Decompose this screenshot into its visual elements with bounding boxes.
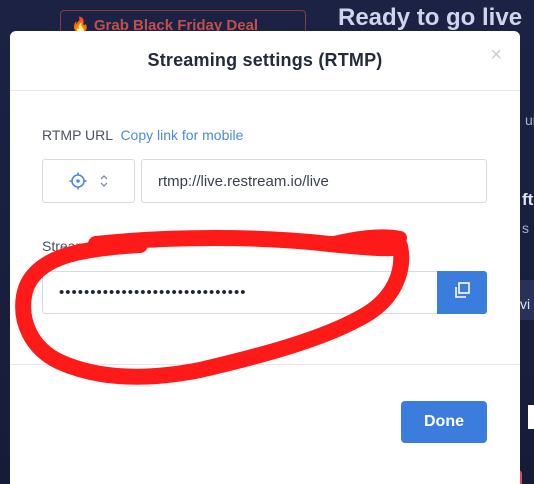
server-selector[interactable] <box>42 159 135 203</box>
background-text-fragment: vi <box>520 296 531 312</box>
rtmp-url-label: RTMP URL <box>42 127 113 143</box>
background-text-fragment: s <box>522 220 529 236</box>
background-text-fragment: ui <box>525 112 534 128</box>
stream-key-input[interactable] <box>42 271 437 314</box>
crosshair-icon <box>69 172 87 190</box>
close-icon[interactable]: × <box>490 45 502 65</box>
rtmp-url-input[interactable] <box>141 159 487 203</box>
stream-key-label: Stream key <box>42 238 113 254</box>
background-text-fragment: ft <box>522 190 534 209</box>
rtmp-url-label-row: RTMP URL Copy link for mobile <box>42 127 243 143</box>
chevron-up-down-icon <box>99 173 109 189</box>
copy-stream-key-button[interactable] <box>437 271 487 314</box>
streaming-settings-modal: Streaming settings (RTMP) × RTMP URL Cop… <box>10 31 520 484</box>
copy-link-for-mobile[interactable]: Copy link for mobile <box>120 127 243 143</box>
footer-divider <box>10 364 520 365</box>
done-button[interactable]: Done <box>401 401 487 443</box>
background-heading: Ready to go live <box>338 4 523 31</box>
copy-icon <box>453 281 471 304</box>
modal-title: Streaming settings (RTMP) <box>147 50 383 70</box>
background-block <box>528 405 534 429</box>
modal-header: Streaming settings (RTMP) × <box>10 31 520 91</box>
